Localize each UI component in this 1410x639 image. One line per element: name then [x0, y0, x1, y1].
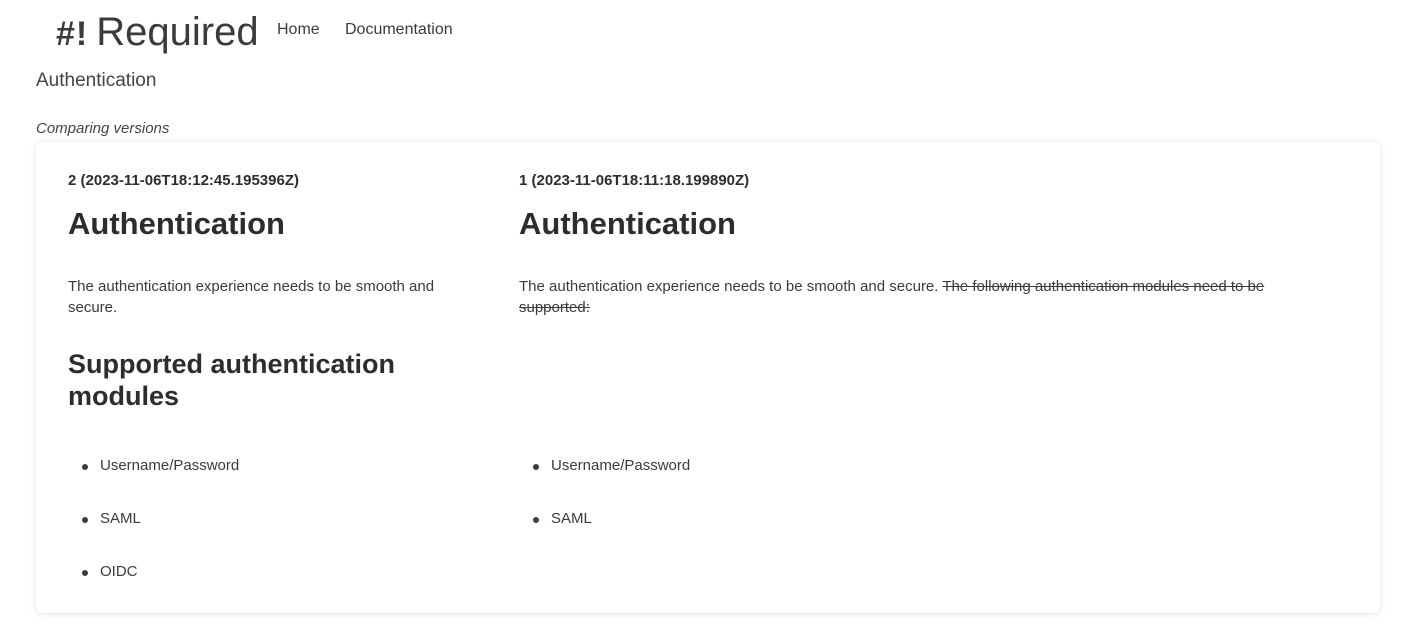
list-item: SAML [519, 510, 690, 563]
list-item-label: SAML [551, 510, 592, 527]
page-title: Authentication [36, 70, 157, 91]
brand-logo-link[interactable]: #! Required [56, 10, 259, 55]
navbar: #! Required Home Documentation [0, 0, 1410, 62]
bullet-icon [82, 464, 88, 470]
brand-mark: #! [56, 15, 89, 53]
list-item-label: OIDC [100, 563, 138, 580]
document-subheading: Supported authentication modules [68, 349, 395, 411]
brand-name: Required [96, 10, 259, 54]
list-item: SAML [68, 510, 239, 563]
list-item-label: Username/Password [100, 457, 240, 474]
list-item: Username/Password [519, 457, 690, 510]
document-paragraph: The authentication experience needs to b… [68, 278, 435, 316]
module-list: Username/Password SAML OIDC [68, 457, 239, 616]
list-item: OIDC [68, 563, 239, 616]
bullet-icon [533, 464, 539, 470]
version-label: 2 (2023-11-06T18:12:45.195396Z) [68, 172, 299, 189]
module-list: Username/Password SAML [519, 457, 690, 563]
list-item: Username/Password [68, 457, 239, 510]
list-item-label: Username/Password [551, 457, 691, 474]
document-heading: Authentication [519, 206, 736, 241]
document-paragraph: The authentication experience needs to b… [519, 278, 939, 295]
document-paragraph-container: The authentication experience needs to b… [519, 276, 1329, 318]
nav-link-home[interactable]: Home [277, 21, 320, 39]
bullet-icon [533, 517, 539, 523]
list-item-label: SAML [100, 510, 141, 527]
version-label: 1 (2023-11-06T18:11:18.199890Z) [519, 172, 750, 189]
bullet-icon [82, 570, 88, 576]
page-subtitle: Comparing versions [36, 120, 170, 137]
nav-link-documentation[interactable]: Documentation [345, 21, 453, 39]
document-heading: Authentication [68, 206, 285, 241]
version-comparison-card: 2 (2023-11-06T18:12:45.195396Z) Authenti… [36, 142, 1380, 613]
bullet-icon [82, 517, 88, 523]
